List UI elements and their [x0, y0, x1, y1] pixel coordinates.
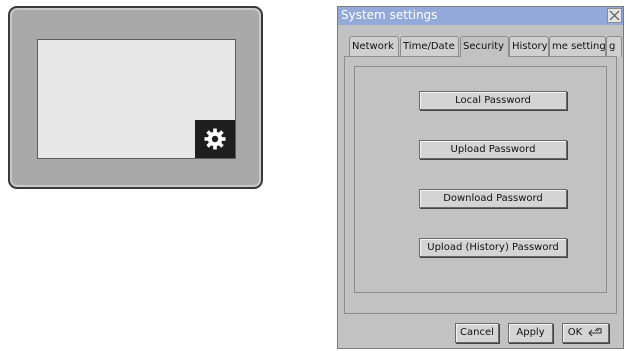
tab-label: History	[512, 41, 548, 52]
system-settings-window: System settings Network Time/Date Securi…	[337, 6, 624, 349]
system-settings-launcher[interactable]	[195, 120, 235, 158]
device-screen	[37, 39, 236, 159]
close-icon	[609, 10, 620, 21]
tab-security[interactable]: Security	[460, 36, 509, 57]
tab-label: Network	[352, 41, 394, 52]
apply-button[interactable]: Apply	[508, 323, 553, 343]
download-password-button[interactable]: Download Password	[419, 189, 567, 208]
tab-label: me setting	[552, 41, 606, 52]
tab-label: Security	[463, 41, 505, 52]
tab-label: Time/Date	[403, 41, 455, 52]
upload-history-password-button[interactable]: Upload (History) Password	[419, 238, 567, 257]
title-bar: System settings	[338, 7, 623, 25]
ok-label: OK	[567, 327, 583, 338]
gear-icon	[204, 128, 226, 150]
tab-network[interactable]: Network	[349, 36, 399, 57]
stage: System settings Network Time/Date Securi…	[0, 0, 629, 351]
security-group-box: Local Password Upload Password Download …	[354, 66, 607, 293]
hmi-device	[8, 6, 263, 189]
tab-history[interactable]: History	[509, 36, 549, 57]
tab-label: g	[609, 41, 616, 52]
security-tab-panel: Local Password Upload Password Download …	[344, 56, 617, 314]
tab-time-setting[interactable]: me setting	[549, 36, 606, 57]
upload-password-button[interactable]: Upload Password	[419, 140, 567, 159]
cancel-button[interactable]: Cancel	[455, 323, 499, 343]
tab-time-date[interactable]: Time/Date	[400, 36, 459, 57]
tab-more[interactable]: g	[606, 36, 622, 57]
close-button[interactable]	[607, 8, 622, 23]
tab-strip: Network Time/Date Security History me se…	[349, 36, 625, 57]
enter-key-icon	[588, 327, 602, 337]
window-title: System settings	[341, 8, 438, 22]
ok-button[interactable]: OK	[562, 323, 609, 343]
local-password-button[interactable]: Local Password	[419, 91, 567, 110]
